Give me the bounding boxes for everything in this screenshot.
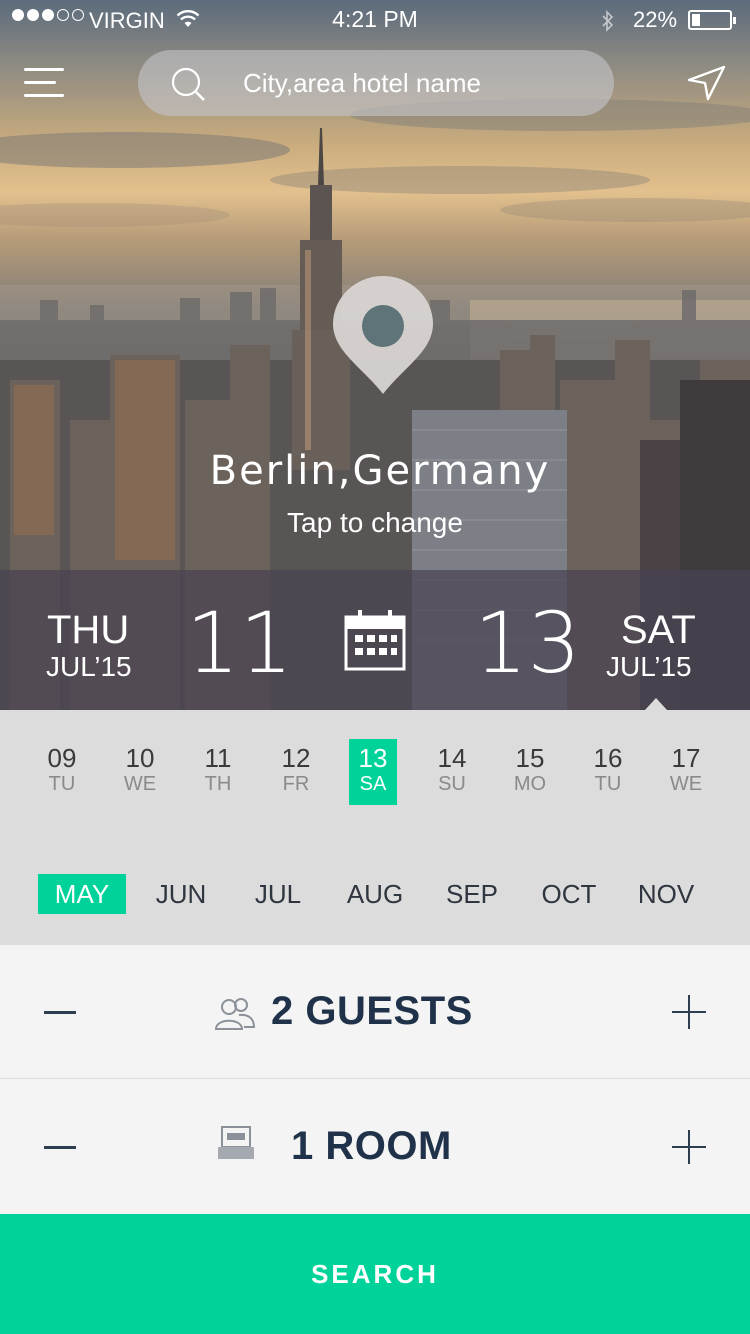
day-number: 16 <box>593 743 623 773</box>
day-weekday: WE <box>669 773 703 795</box>
calendar-day[interactable]: 17 WE <box>662 739 710 805</box>
selected-city[interactable]: Berlin,Germany <box>0 448 750 494</box>
checkin-month: JUL’15 <box>46 651 132 682</box>
day-weekday: FR <box>282 773 310 795</box>
calendar-day[interactable]: 13 SA <box>349 739 397 805</box>
month-sep[interactable]: SEP <box>436 874 508 914</box>
selection-pointer <box>645 698 667 710</box>
calendar-day[interactable]: 11 TH <box>194 739 242 805</box>
rooms-row: 1 ROOM <box>0 1080 750 1214</box>
day-number: 10 <box>125 743 155 773</box>
guests-icon <box>214 998 256 1030</box>
day-number: 12 <box>281 743 311 773</box>
rooms-count: 1 ROOM <box>291 1124 452 1168</box>
day-weekday: SA <box>359 773 387 795</box>
minus-icon <box>44 1011 76 1014</box>
month-strip: MAY JUN JUL AUG SEP OCT NOV <box>0 874 750 914</box>
calendar-icon[interactable] <box>344 608 406 672</box>
day-weekday: TU <box>48 773 76 795</box>
increase-guests-button[interactable] <box>672 995 706 1029</box>
change-location-link[interactable]: Tap to change <box>0 507 750 539</box>
calendar-day[interactable]: 09 TU <box>38 739 86 805</box>
location-pin-icon[interactable] <box>333 276 433 396</box>
date-picker: 09 TU 10 WE 11 TH 12 FR 13 SA 14 SU 15 MO 16 TU 17 WE MAY… <box>0 710 750 945</box>
battery-icon <box>688 10 736 30</box>
calendar-day[interactable]: 15 MO <box>506 739 554 805</box>
calendar-day[interactable]: 10 WE <box>116 739 164 805</box>
day-number: 13 <box>358 743 388 773</box>
status-bar: VIRGIN 4:21 PM 22% <box>0 0 750 40</box>
date-range-bar: THU JUL’15 11 13 SAT JUL’15 <box>0 570 750 710</box>
month-may[interactable]: MAY <box>38 874 126 914</box>
battery-percent: 22% <box>633 7 678 32</box>
calendar-day[interactable]: 16 TU <box>584 739 632 805</box>
menu-button[interactable] <box>24 68 66 100</box>
bluetooth-icon <box>602 10 614 32</box>
day-number: 14 <box>437 743 467 773</box>
checkout-month: JUL’15 <box>606 651 692 682</box>
calendar-day[interactable]: 12 FR <box>272 739 320 805</box>
month-jul[interactable]: JUL <box>244 874 312 914</box>
checkin-weekday: THU <box>47 608 130 652</box>
day-weekday: TH <box>204 773 232 795</box>
guests-count: 2 GUESTS <box>271 989 473 1033</box>
bed-icon <box>218 1126 254 1159</box>
increase-rooms-button[interactable] <box>672 1130 706 1164</box>
navigation-arrow-icon[interactable] <box>686 64 728 102</box>
calendar-day[interactable]: 14 SU <box>428 739 476 805</box>
guests-row: 2 GUESTS <box>0 945 750 1079</box>
day-weekday: TU <box>594 773 622 795</box>
day-weekday: SU <box>438 773 466 795</box>
search-button[interactable]: SEARCH <box>0 1214 750 1334</box>
search-icon <box>171 67 205 101</box>
month-nov[interactable]: NOV <box>630 874 702 914</box>
month-oct[interactable]: OCT <box>532 874 606 914</box>
search-bar[interactable] <box>138 50 614 116</box>
checkin-day[interactable]: 11 <box>186 594 293 692</box>
day-number: 11 <box>204 743 232 773</box>
minus-icon <box>44 1146 76 1149</box>
search-input[interactable] <box>243 50 603 116</box>
day-weekday: WE <box>123 773 157 795</box>
day-weekday: MO <box>513 773 547 795</box>
checkout-day[interactable]: 13 <box>474 594 581 692</box>
checkout-weekday: SAT <box>621 608 696 652</box>
month-aug[interactable]: AUG <box>338 874 412 914</box>
day-strip: 09 TU 10 WE 11 TH 12 FR 13 SA 14 SU 15 MO 16 TU 17 WE <box>0 739 750 807</box>
month-jun[interactable]: JUN <box>146 874 216 914</box>
day-number: 17 <box>671 743 701 773</box>
day-number: 15 <box>515 743 545 773</box>
day-number: 09 <box>47 743 77 773</box>
